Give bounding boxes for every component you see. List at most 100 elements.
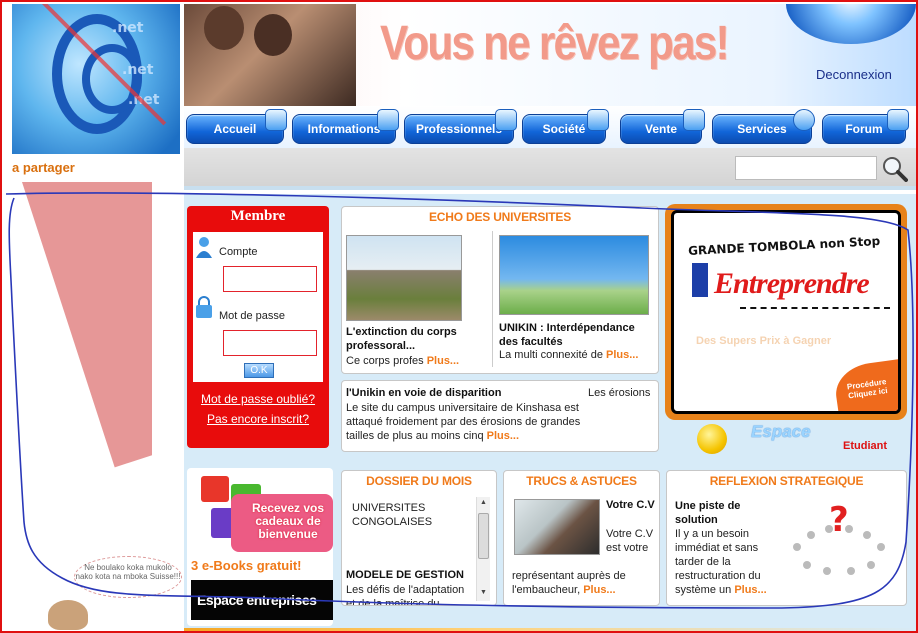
reflexion-body: Il y a un besoin immédiat et sans tarder… bbox=[675, 527, 775, 597]
dossier-item-body: Les défis de l'adaptation et de la maîtr… bbox=[346, 584, 465, 605]
panel-title: ECHO DES UNIVERSITES bbox=[428, 210, 572, 224]
entreprendre-logo: Entreprendre bbox=[692, 263, 890, 309]
login-form: Compte Mot de passe bbox=[193, 232, 323, 382]
unikin-news-panel: l'Unikin en voie de disparition Les éros… bbox=[341, 380, 659, 452]
news-body: La multi connexité de Plus... bbox=[499, 349, 638, 361]
logo-watermark: .net bbox=[122, 62, 154, 78]
nav-label: Informations bbox=[307, 122, 381, 136]
logout-link[interactable]: Deconnexion bbox=[816, 67, 892, 82]
nav-accueil[interactable]: Accueil bbox=[186, 109, 287, 144]
more-link[interactable]: Plus... bbox=[487, 430, 519, 442]
reflexion-strategique-panel: REFLEXION STRATEGIQUE Une piste de solut… bbox=[666, 470, 907, 606]
dossier-item-title[interactable]: MODELE DE GESTION bbox=[346, 569, 464, 581]
scroll-down-icon[interactable]: ▼ bbox=[480, 589, 487, 596]
password-label: Mot de passe bbox=[219, 310, 286, 322]
nav-label: Accueil bbox=[213, 122, 257, 136]
register-link[interactable]: Pas encore inscrit? bbox=[187, 412, 329, 426]
user-icon bbox=[196, 237, 212, 258]
news-title[interactable]: l'Unikin en voie de disparition bbox=[346, 387, 501, 399]
trucs-heading[interactable]: Votre C.V bbox=[606, 499, 656, 512]
trucs-body: représentant auprès de l'embaucheur, Plu… bbox=[512, 569, 658, 597]
search-input[interactable] bbox=[735, 156, 877, 180]
pencil-icon bbox=[377, 109, 399, 131]
people-circle-illustration: ? bbox=[793, 501, 885, 575]
students-photo bbox=[184, 4, 356, 106]
briefcase-icon bbox=[495, 109, 517, 131]
more-link[interactable]: Plus... bbox=[427, 355, 459, 367]
gift-icon bbox=[201, 476, 229, 502]
bottom-strip bbox=[184, 628, 916, 631]
cart-icon bbox=[683, 109, 705, 131]
news-title[interactable]: UNIKIN : Interdépendance des facultés bbox=[499, 321, 649, 349]
echo-universites-panel: ECHO DES UNIVERSITES L'extinction du cor… bbox=[341, 206, 659, 374]
nav-label: Services bbox=[737, 122, 787, 136]
nav-informations[interactable]: Informations bbox=[292, 109, 399, 144]
tombola-headline: GRANDE TOMBOLA non Stop bbox=[687, 233, 881, 259]
slogan: Vous ne rêvez pas! bbox=[380, 17, 730, 70]
speech-bubble: Ne boulako koka mukolo nako kota na mbok… bbox=[74, 556, 182, 598]
prizes-text: Des Supers Prix à Gagner bbox=[696, 335, 832, 347]
more-link[interactable]: Plus... bbox=[583, 584, 615, 596]
nav-professionnels[interactable]: Professionnels bbox=[404, 109, 517, 144]
etudiant-label: Etudiant bbox=[843, 440, 887, 452]
dossier-item[interactable]: UNIVERSITES CONGOLAISES bbox=[352, 501, 462, 529]
nav-societe[interactable]: Société bbox=[522, 109, 609, 144]
ebooks-text: 3 e-Books gratuit! bbox=[191, 558, 302, 573]
nav-forum[interactable]: Forum bbox=[822, 109, 909, 144]
main-content: Membre Compte Mot de passe O.K Mot de pa… bbox=[184, 194, 916, 631]
globe-icon bbox=[786, 4, 916, 44]
member-box: Membre Compte Mot de passe O.K Mot de pa… bbox=[187, 206, 329, 448]
site-logo[interactable]: .net .net .net bbox=[12, 4, 180, 154]
panel-title: REFLEXION STRATEGIQUE bbox=[709, 474, 864, 488]
smiley-icon bbox=[697, 424, 727, 454]
password-input[interactable] bbox=[223, 330, 317, 356]
cartoon-face-icon bbox=[48, 600, 88, 630]
nav-label: Vente bbox=[644, 122, 677, 136]
university-photo[interactable] bbox=[346, 235, 462, 321]
trucs-side-text: Votre C.V est votre bbox=[606, 528, 654, 554]
more-link[interactable]: Plus... bbox=[734, 584, 766, 596]
procedure-button[interactable]: Procédure Cliquez ici bbox=[832, 358, 898, 411]
share-text: a partager bbox=[12, 160, 75, 175]
welcome-gifts-promo[interactable]: Recevez vos cadeaux de bienvenue 3 e-Boo… bbox=[187, 468, 333, 626]
account-input[interactable] bbox=[223, 266, 317, 292]
panel-title: DOSSIER DU MOIS bbox=[366, 474, 472, 488]
news-body-text: Ce corps profes bbox=[346, 355, 427, 367]
home-icon bbox=[265, 109, 287, 131]
login-button[interactable]: O.K bbox=[244, 363, 274, 378]
panel-title: TRUCS & ASTUCES bbox=[526, 474, 637, 488]
globe-icon bbox=[793, 109, 815, 131]
nav-services[interactable]: Services bbox=[712, 109, 815, 144]
member-title: Membre bbox=[230, 208, 286, 224]
person-head bbox=[254, 14, 292, 56]
scroll-thumb[interactable] bbox=[478, 513, 489, 559]
reflexion-heading[interactable]: Une piste de solution bbox=[675, 499, 771, 527]
espace-etudiant-link[interactable]: Espace Etudiant bbox=[695, 422, 895, 456]
cv-photo[interactable] bbox=[514, 499, 600, 555]
news-title[interactable]: L'extinction du corps professoral... bbox=[346, 325, 484, 353]
tombola-ad-inner: GRANDE TOMBOLA non Stop Entreprendre Des… bbox=[671, 210, 901, 414]
trucs-astuces-panel: TRUCS & ASTUCES Votre C.V Votre C.V est … bbox=[503, 470, 660, 606]
espace-entreprises-button[interactable]: Espace entreprises bbox=[191, 580, 333, 620]
network-icon bbox=[887, 109, 909, 131]
search-icon[interactable] bbox=[882, 156, 908, 182]
search-bar bbox=[184, 148, 916, 190]
promo-banner: !!sJo bbox=[22, 182, 152, 542]
nav-label: Société bbox=[542, 122, 586, 136]
news-body: Le site du campus universitaire de Kinsh… bbox=[346, 401, 586, 443]
forgot-password-link[interactable]: Mot de passe oublié? bbox=[187, 392, 329, 406]
person-head bbox=[204, 6, 244, 50]
dossier-du-mois-panel: DOSSIER DU MOIS UNIVERSITES CONGOLAISES … bbox=[341, 470, 497, 606]
news-body-text: La multi connexité de bbox=[499, 349, 607, 361]
news-body-text: Le site du campus universitaire de Kinsh… bbox=[346, 402, 581, 442]
brand-name: Entreprendre bbox=[714, 267, 870, 300]
more-link[interactable]: Plus... bbox=[606, 349, 638, 361]
students-jumping-photo[interactable] bbox=[499, 235, 649, 315]
scroll-up-icon[interactable]: ▲ bbox=[480, 499, 487, 506]
logo-bar bbox=[692, 263, 708, 297]
tombola-ad[interactable]: GRANDE TOMBOLA non Stop Entreprendre Des… bbox=[665, 204, 907, 420]
header-banner: Vous ne rêvez pas! Deconnexion bbox=[184, 4, 916, 106]
scrollbar[interactable]: ▲ ▼ bbox=[476, 497, 490, 601]
lock-icon bbox=[196, 296, 212, 318]
nav-vente[interactable]: Vente bbox=[620, 109, 705, 144]
